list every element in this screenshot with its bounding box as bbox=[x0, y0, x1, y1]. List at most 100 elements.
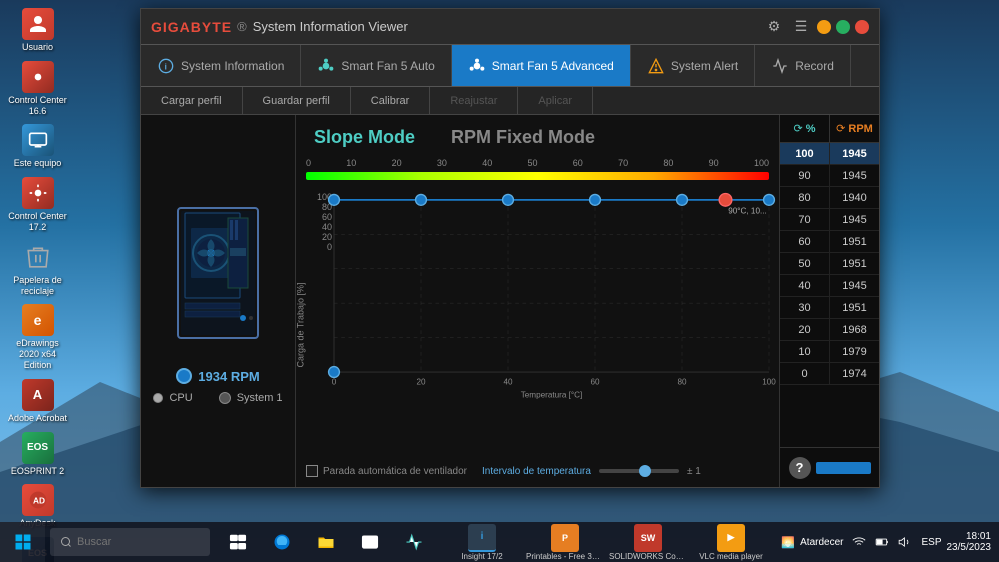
edge-browser-btn[interactable] bbox=[264, 522, 300, 562]
rpm-row-60[interactable]: 60 1951 bbox=[780, 231, 879, 253]
rpm-cell-1940: 1940 bbox=[830, 187, 879, 208]
taskbar-app-solidworks[interactable]: SW SOLIDWORKS Composer Play... bbox=[608, 522, 688, 562]
pct-cell-80: 80 bbox=[780, 187, 830, 208]
svg-text:20: 20 bbox=[416, 378, 426, 387]
desktop: Usuario Control Center 16.6 Este equipo … bbox=[0, 0, 999, 562]
mail-btn[interactable] bbox=[352, 522, 388, 562]
rpm-row-30[interactable]: 30 1951 bbox=[780, 297, 879, 319]
pct-header: ⟳ % bbox=[780, 115, 830, 142]
start-button[interactable] bbox=[0, 522, 45, 562]
search-input[interactable] bbox=[77, 536, 200, 548]
slider-thumb[interactable] bbox=[639, 465, 651, 477]
title-controls: ⚙ ☰ bbox=[763, 16, 869, 38]
rpm-cell-1945-1: 1945 bbox=[830, 165, 879, 186]
rpm-row-10[interactable]: 10 1979 bbox=[780, 341, 879, 363]
fan-auto-icon bbox=[317, 57, 335, 75]
taskbar-app-printables[interactable]: P Printables - Free 3D model library bbox=[525, 522, 605, 562]
slope-mode-btn[interactable]: Slope Mode bbox=[306, 125, 423, 150]
settings-btn[interactable]: ⚙ bbox=[763, 16, 785, 38]
rpm-fixed-mode-btn[interactable]: RPM Fixed Mode bbox=[443, 125, 603, 150]
left-panel: 1934 RPM CPU System 1 bbox=[141, 115, 296, 487]
svg-text:100: 100 bbox=[762, 378, 776, 387]
nav-tabs: i System Information Smart Fan 5 Auto Sm… bbox=[141, 45, 879, 87]
task-view-btn[interactable] bbox=[220, 522, 256, 562]
y-axis-title: Carga de Trabajo [%] bbox=[296, 282, 306, 367]
pct-cell-60: 60 bbox=[780, 231, 830, 252]
desktop-icon-este-equipo[interactable]: Este equipo bbox=[4, 121, 72, 172]
desktop-icon-eosprint[interactable]: EOS EOSPRINT 2 bbox=[4, 429, 72, 480]
temperature-color-bar bbox=[306, 172, 769, 180]
rpm-row-90[interactable]: 90 1945 bbox=[780, 165, 879, 187]
calibrate-btn[interactable]: Calibrar bbox=[351, 87, 431, 114]
window-title: System Information Viewer bbox=[253, 19, 408, 34]
right-bottom: ? bbox=[780, 447, 879, 487]
interval-value: ± 1 bbox=[687, 466, 701, 477]
toolbar: Cargar perfil Guardar perfil Calibrar Re… bbox=[141, 87, 879, 115]
main-panel: Slope Mode RPM Fixed Mode 0 10 20 30 40 … bbox=[296, 115, 779, 487]
tab-record[interactable]: Record bbox=[755, 45, 851, 86]
desktop-icon-usuario[interactable]: Usuario bbox=[4, 5, 72, 56]
interval-slider[interactable] bbox=[599, 469, 679, 473]
network-icon bbox=[852, 535, 866, 549]
reajustar-btn[interactable]: Reajustar bbox=[430, 87, 518, 114]
help-button[interactable]: ? bbox=[789, 457, 811, 479]
battery-icon bbox=[875, 535, 889, 549]
rpm-cell-1951-7: 1951 bbox=[830, 297, 879, 318]
rpm-row-70[interactable]: 70 1945 bbox=[780, 209, 879, 231]
rpm-cell-1979: 1979 bbox=[830, 341, 879, 362]
apply-btn[interactable]: Aplicar bbox=[518, 87, 593, 114]
desktop-icon-acrobat[interactable]: A Adobe Acrobat bbox=[4, 376, 72, 427]
cpu-sensor-dot bbox=[153, 393, 163, 403]
auto-stop-checkbox[interactable] bbox=[306, 465, 318, 477]
gigabyte-window: GIGABYTE ® System Information Viewer ⚙ ☰… bbox=[140, 8, 880, 488]
chart-inner[interactable]: 90°C, 10... 0 20 40 60 80 100 Temperatur… bbox=[334, 190, 769, 460]
date-display: 23/5/2023 bbox=[947, 542, 992, 553]
progress-bar bbox=[816, 462, 871, 474]
svg-text:60: 60 bbox=[590, 378, 600, 387]
tab-system-information[interactable]: i System Information bbox=[141, 45, 301, 86]
rpm-table-body: 100 1945 90 1945 80 1940 70 bbox=[780, 143, 879, 447]
audio-btn[interactable] bbox=[396, 522, 432, 562]
temp-interval-control: Intervalo de temperatura ± 1 bbox=[482, 466, 701, 477]
rpm-row-50[interactable]: 50 1951 bbox=[780, 253, 879, 275]
load-profile-btn[interactable]: Cargar perfil bbox=[141, 87, 243, 114]
pct-cell-70: 70 bbox=[780, 209, 830, 230]
save-profile-btn[interactable]: Guardar perfil bbox=[243, 87, 351, 114]
pct-cell-30: 30 bbox=[780, 297, 830, 318]
system-tray: 🌅 Atardecer ESP bbox=[781, 535, 941, 549]
pct-cell-90: 90 bbox=[780, 165, 830, 186]
system1-dot bbox=[219, 392, 231, 404]
rpm-header: ⟳ RPM bbox=[830, 115, 879, 142]
tab-system-alert[interactable]: System Alert bbox=[631, 45, 755, 86]
taskbar-app-insight[interactable]: i Insight 17/2 bbox=[442, 522, 522, 562]
color-bar-labels: 0 10 20 30 40 50 60 70 80 90 100 bbox=[306, 158, 769, 168]
fan-rpm-display: 1934 RPM bbox=[176, 368, 259, 384]
auto-stop-control: Parada automática de ventilador bbox=[306, 465, 467, 477]
rpm-row-40[interactable]: 40 1945 bbox=[780, 275, 879, 297]
rpm-cell-1974: 1974 bbox=[830, 363, 879, 384]
tab-smart-fan-advanced[interactable]: Smart Fan 5 Advanced bbox=[452, 45, 631, 86]
file-explorer-btn[interactable] bbox=[308, 522, 344, 562]
taskbar-app-vlc[interactable]: ▶ VLC media player bbox=[691, 522, 771, 562]
rpm-row-0[interactable]: 0 1974 bbox=[780, 363, 879, 385]
taskbar-search-box[interactable] bbox=[50, 528, 210, 556]
record-icon bbox=[771, 57, 789, 75]
volume-icon bbox=[898, 535, 912, 549]
rpm-cell-1951-4: 1951 bbox=[830, 231, 879, 252]
rpm-row-20[interactable]: 20 1968 bbox=[780, 319, 879, 341]
desktop-icon-control-center2[interactable]: Control Center 17.2 bbox=[4, 174, 72, 236]
desktop-icon-control-center[interactable]: Control Center 16.6 bbox=[4, 58, 72, 120]
rpm-row-100[interactable]: 100 1945 bbox=[780, 143, 879, 165]
rpm-row-80[interactable]: 80 1940 bbox=[780, 187, 879, 209]
desktop-icon-edrawings[interactable]: e eDrawings 2020 x64 Edition bbox=[4, 301, 72, 373]
close-btn[interactable] bbox=[855, 20, 869, 34]
menu-btn[interactable]: ☰ bbox=[790, 16, 812, 38]
chart-wrapper: Carga de Trabajo [%] 100 80 60 40 20 0 bbox=[306, 190, 769, 460]
mode-header: Slope Mode RPM Fixed Mode bbox=[306, 125, 769, 150]
cpu-sensor-label: CPU bbox=[169, 392, 192, 404]
desktop-icon-papelera[interactable]: Papelera de reciclaje bbox=[4, 238, 72, 300]
minimize-btn[interactable] bbox=[817, 20, 831, 34]
tab-smart-fan-auto[interactable]: Smart Fan 5 Auto bbox=[301, 45, 451, 86]
maximize-btn[interactable] bbox=[836, 20, 850, 34]
bottom-controls: Parada automática de ventilador Interval… bbox=[306, 465, 769, 477]
